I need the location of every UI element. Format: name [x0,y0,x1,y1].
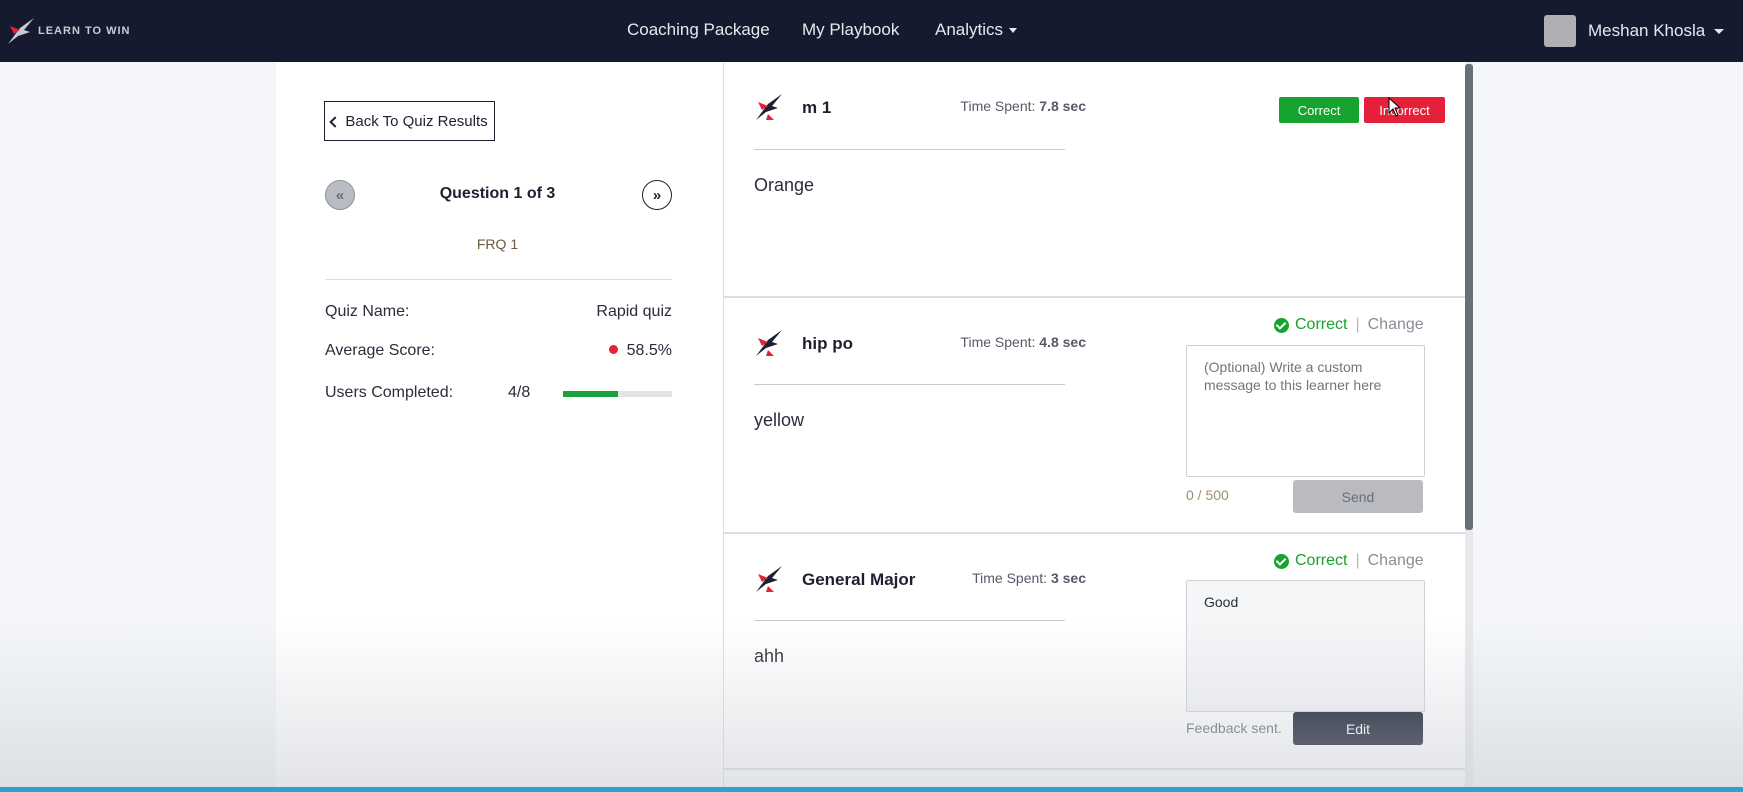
response-card: m 1 Time Spent: 7.8 sec Orange Correct I… [724,62,1465,298]
status-correct-label: Correct [1295,316,1348,333]
time-spent-value: 7.8 sec [1039,98,1086,114]
grading-status: Correct | Change [1274,316,1424,334]
double-chevron-right-icon: » [652,186,662,204]
average-score-label: Average Score: [325,342,435,359]
feedback-message-input[interactable] [1186,345,1425,477]
learner-answer: Orange [754,175,815,195]
question-title: Question 1 of 3 [439,185,556,202]
send-feedback-button[interactable]: Send [1293,480,1423,513]
time-spent: Time Spent: 4.8 sec [960,334,1086,350]
question-panel [276,62,723,792]
time-spent-value: 4.8 sec [1039,334,1086,350]
chevron-down-icon [1714,29,1724,34]
users-completed-value: 4/8 [508,384,531,401]
status-correct-label: Correct [1295,552,1348,569]
responses-list: m 1 Time Spent: 7.8 sec Orange Correct I… [723,62,1465,792]
response-card: hip po Time Spent: 4.8 sec yellow Correc… [724,298,1465,534]
time-spent: Time Spent: 7.8 sec [960,98,1086,114]
separator: | [1355,316,1360,333]
avatar [1544,15,1576,47]
nav-analytics-label: Analytics [935,20,1004,39]
learner-bird-icon [756,330,782,356]
divider [325,279,672,280]
learner-answer: ahh [754,646,785,666]
time-spent: Time Spent: 3 sec [972,570,1086,586]
time-spent-label: Time Spent: [972,570,1048,586]
average-score-number: 58.5% [626,342,672,359]
next-question-button[interactable]: » [642,180,672,210]
character-count: 0 / 500 [1186,487,1229,503]
learner-answer: yellow [754,410,805,430]
grading-status: Correct | Change [1274,552,1424,570]
mark-correct-button[interactable]: Correct [1279,97,1359,123]
learner-bird-icon [756,566,782,592]
nav-coaching-package[interactable]: Coaching Package [627,20,770,40]
prev-question-button[interactable]: « [325,180,355,210]
learner-bird-icon [756,94,782,120]
quiz-name-value: Rapid quiz [596,303,672,320]
change-grade-link[interactable]: Change [1368,316,1424,334]
learner-name: m 1 [802,98,832,117]
bird-logo-icon [8,18,34,44]
users-completed-label: Users Completed: [325,384,454,401]
card-divider [754,149,1065,150]
response-card: General Major Time Spent: 3 sec ahh Corr… [724,534,1465,770]
back-button-label: Back To Quiz Results [345,112,488,130]
quiz-name-label: Quiz Name: [325,303,410,320]
time-spent-label: Time Spent: [960,334,1036,350]
user-menu[interactable]: Meshan Khosla [1544,15,1724,47]
scrollbar-thumb[interactable] [1465,64,1473,530]
separator: | [1355,552,1360,569]
completion-progress-bar [563,391,672,397]
change-grade-link[interactable]: Change [1368,552,1424,570]
caret-down-icon [1009,28,1018,34]
question-name: FRQ 1 [476,236,519,252]
nav-analytics[interactable]: Analytics [935,20,1018,40]
score-status-dot-icon [608,345,618,354]
logo-text: LEARN TO WIN [38,25,131,37]
logo[interactable]: LEARN TO WIN [6,14,130,48]
feedback-message-display: Good [1186,580,1425,712]
double-chevron-left-icon: « [335,186,345,204]
time-spent-label: Time Spent: [960,98,1036,114]
feedback-sent-status: Feedback sent. [1186,720,1282,736]
bottom-progress-strip [0,787,1743,792]
user-name: Meshan Khosla [1588,21,1706,40]
nav-my-playbook[interactable]: My Playbook [802,20,899,40]
edit-feedback-button[interactable]: Edit [1293,712,1423,745]
average-score-value: 58.5% [608,342,672,360]
check-circle-icon [1274,317,1289,333]
completion-progress-fill [563,391,618,397]
mouse-pointer-icon [1388,97,1402,117]
time-spent-value: 3 sec [1050,570,1086,586]
learner-name: hip po [802,334,853,353]
card-divider [754,384,1065,385]
top-navbar: LEARN TO WIN Coaching Package My Playboo… [0,0,1743,62]
learner-name: General Major [802,570,916,589]
chevron-left-icon [329,115,342,128]
mark-incorrect-button[interactable]: Incorrect [1364,97,1445,123]
back-to-quiz-results-button[interactable]: Back To Quiz Results [324,101,495,141]
card-divider [754,620,1065,621]
check-circle-icon [1274,553,1289,569]
